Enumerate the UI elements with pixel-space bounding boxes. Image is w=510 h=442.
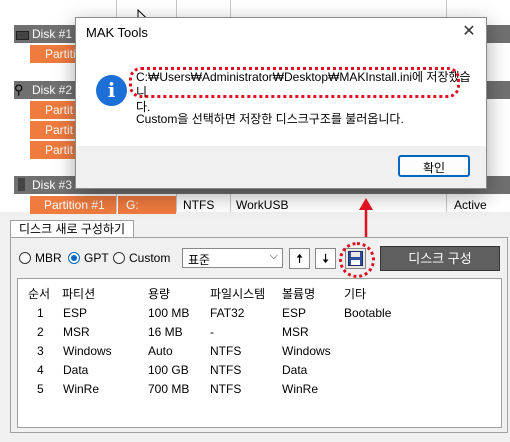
column-header-partition[interactable]: 파티션 — [62, 285, 95, 302]
arrow-up-icon: 🠅 — [295, 251, 304, 266]
cell-filesystem: NTFS — [210, 382, 242, 396]
radio-custom-label: Custom — [129, 251, 171, 265]
cell-filesystem: - — [210, 325, 214, 339]
radio-gpt-label: GPT — [84, 251, 109, 265]
column-header-size[interactable]: 용량 — [148, 285, 170, 302]
preset-select[interactable]: 표준 ⌵ — [182, 248, 283, 268]
radio-gpt[interactable] — [68, 252, 80, 264]
cell-partition: MSR — [63, 325, 90, 339]
cell-size: 100 GB — [148, 363, 189, 377]
hdd-icon — [16, 31, 29, 40]
cell-volume: ESP — [282, 306, 307, 320]
cell-order: 5 — [37, 382, 44, 396]
cell-volume: WinRe — [282, 382, 319, 396]
cell-etc: Bootable — [344, 306, 392, 320]
partition-status: Active — [454, 198, 487, 212]
cell-size: 16 MB — [148, 325, 183, 339]
cell-partition: Data — [63, 363, 89, 377]
partition-layout-list[interactable]: 순서 파티션 용량 파일시스템 볼륨명 기타 1 ESP 100 MB FAT3… — [17, 278, 502, 428]
partition-fs: NTFS — [183, 198, 215, 212]
info-icon: i — [96, 75, 127, 106]
move-up-button[interactable]: 🠅 — [289, 248, 310, 269]
disk-name: Disk #1 — [32, 27, 73, 41]
cell-size: 700 MB — [148, 382, 190, 396]
radio-custom[interactable] — [113, 252, 125, 264]
chevron-down-icon: ⌵ — [269, 250, 278, 262]
arrow-down-icon: 🠇 — [321, 251, 330, 266]
arrow-up-icon — [359, 198, 373, 238]
preset-value: 표준 — [188, 253, 211, 267]
radio-mbr[interactable] — [19, 252, 31, 264]
cell-order: 4 — [37, 363, 44, 377]
partition-row[interactable]: Partition #1 G: NTFS WorkUSB Active — [30, 196, 510, 214]
dialog-footer: 확인 — [76, 146, 486, 188]
cell-size: Auto — [148, 344, 173, 358]
cell-partition: WinRe — [63, 382, 100, 396]
highlight-circle — [339, 242, 375, 278]
column-header-filesystem[interactable]: 파일시스템 — [210, 285, 265, 302]
column-header-volume[interactable]: 볼륨명 — [282, 285, 315, 302]
disk-name: Disk #3 — [32, 178, 73, 192]
cell-filesystem: NTFS — [210, 344, 242, 358]
cell-filesystem: FAT32 — [210, 306, 245, 320]
message-dialog: MAK Tools ✕ i C:₩Users₩Administrator₩Des… — [75, 17, 487, 189]
cell-order: 1 — [37, 306, 44, 320]
usb-icon: ⚲ — [14, 82, 24, 97]
dialog-message-hint: Custom을 선택하면 저장한 디스크구조를 불러옵니다. — [136, 112, 404, 126]
close-icon[interactable]: ✕ — [452, 18, 486, 46]
highlight-oval — [129, 67, 460, 98]
cell-filesystem: NTFS — [210, 363, 242, 377]
radio-mbr-label: MBR — [35, 251, 62, 265]
column-header-order[interactable]: 순서 — [28, 285, 50, 302]
cell-order: 2 — [37, 325, 44, 339]
dialog-title: MAK Tools — [86, 25, 148, 40]
tab-rebuild-disk[interactable]: 디스크 새로 구성하기 — [10, 220, 134, 238]
disk-name: Disk #2 — [32, 83, 73, 97]
build-disk-button[interactable]: 디스크 구성 — [380, 246, 500, 271]
partition-label: WorkUSB — [236, 198, 289, 212]
cell-partition: ESP — [63, 306, 88, 320]
cell-order: 3 — [37, 344, 44, 358]
cell-volume: MSR — [282, 325, 309, 339]
cell-size: 100 MB — [148, 306, 190, 320]
cell-volume: Data — [282, 363, 308, 377]
move-down-button[interactable]: 🠇 — [315, 248, 336, 269]
partition-letter: G: — [118, 196, 176, 214]
ok-button[interactable]: 확인 — [398, 155, 470, 177]
usb-drive-icon — [18, 178, 25, 191]
cell-partition: Windows — [63, 344, 112, 358]
column-header-etc[interactable]: 기타 — [344, 285, 366, 302]
partition-name: Partition #1 — [30, 196, 116, 214]
cell-volume: Windows — [282, 344, 331, 358]
